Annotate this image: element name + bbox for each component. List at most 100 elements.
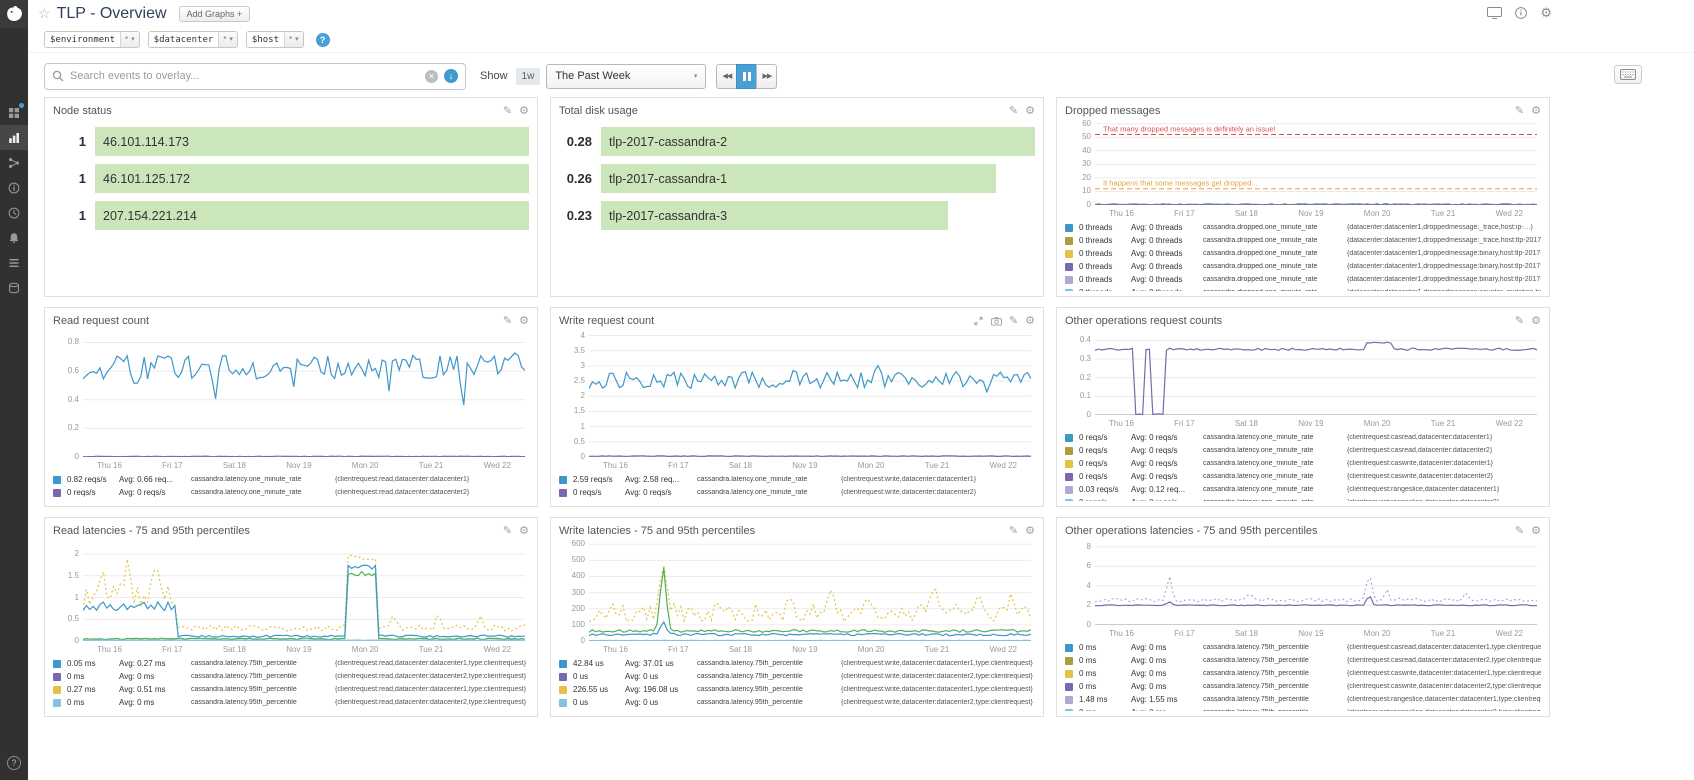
legend-row[interactable]: 226.55 usAvg: 196.08 uscassandra.latency… [559, 683, 1035, 696]
variable-value-dropdown[interactable]: *▾ [219, 32, 237, 47]
sidebar-item-notebooks[interactable] [0, 250, 28, 275]
legend-row[interactable]: 0.27 msAvg: 0.51 mscassandra.latency.95t… [53, 683, 529, 696]
legend-row[interactable]: 0.05 msAvg: 0.27 mscassandra.latency.75t… [53, 657, 529, 670]
legend-row[interactable]: 0 reqs/sAvg: 0 reqs/scassandra.latency.o… [1065, 444, 1541, 457]
settings-gear-icon[interactable]: ⚙ [1540, 6, 1552, 19]
chart-plot[interactable] [1095, 541, 1537, 625]
toplist-row[interactable]: 0.26tlp-2017-cassandra-1 [559, 164, 1035, 193]
add-graphs-button[interactable]: Add Graphs + [179, 6, 251, 22]
legend-row[interactable]: 0 threadsAvg: 0 threadscassandra.dropped… [1065, 234, 1541, 247]
gear-icon[interactable]: ⚙ [519, 526, 529, 537]
edit-icon[interactable]: ✎ [1009, 106, 1018, 117]
info-icon[interactable] [1515, 7, 1527, 19]
clear-search-icon[interactable]: ✕ [425, 70, 438, 83]
legend-row[interactable]: 1.48 msAvg: 1.55 mscassandra.latency.75t… [1065, 693, 1541, 706]
chart-plot[interactable]: That many dropped messages is definitely… [1095, 121, 1537, 205]
chart-plot[interactable] [589, 331, 1031, 457]
legend-row[interactable]: 0 threadsAvg: 0 threadscassandra.dropped… [1065, 273, 1541, 286]
legend-row[interactable]: 0 msAvg: 0 mscassandra.latency.75th_perc… [1065, 641, 1541, 654]
pause-button[interactable] [736, 64, 757, 89]
keyboard-shortcuts-button[interactable] [1614, 65, 1642, 84]
legend-row[interactable]: 0 msAvg: 0 mscassandra.latency.75th_perc… [1065, 680, 1541, 693]
legend-row[interactable]: 0 usAvg: 0 uscassandra.latency.75th_perc… [559, 670, 1035, 683]
variable-value-dropdown[interactable]: *▾ [285, 32, 303, 47]
legend-avg: Avg: 196.08 us [625, 685, 691, 694]
edit-icon[interactable]: ✎ [1009, 316, 1018, 327]
toplist-row[interactable]: 0.23tlp-2017-cassandra-3 [559, 201, 1035, 230]
camera-icon[interactable] [991, 316, 1002, 326]
toplist-row[interactable]: 146.101.114.173 [53, 127, 529, 156]
edit-icon[interactable]: ✎ [503, 106, 512, 117]
template-variable-environment[interactable]: $environment *▾ [44, 31, 140, 48]
gear-icon[interactable]: ⚙ [519, 316, 529, 327]
chart-plot[interactable] [83, 541, 525, 641]
download-events-icon[interactable]: ↓ [444, 69, 458, 83]
sidebar-item-monitors[interactable] [0, 200, 28, 225]
time-range-select[interactable]: The Past Week ▾ [546, 64, 706, 89]
gear-icon[interactable]: ⚙ [1025, 316, 1035, 327]
legend-row[interactable]: 0 reqs/sAvg: 0 reqs/scassandra.latency.o… [1065, 470, 1541, 483]
edit-icon[interactable]: ✎ [1515, 526, 1524, 537]
gear-icon[interactable]: ⚙ [1531, 316, 1541, 327]
toplist-row[interactable]: 0.28tlp-2017-cassandra-2 [559, 127, 1035, 156]
x-axis-label: Nov 19 [792, 645, 817, 654]
edit-icon[interactable]: ✎ [1009, 526, 1018, 537]
legend-row[interactable]: 0.03 reqs/sAvg: 0.12 req...cassandra.lat… [1065, 483, 1541, 496]
legend-row[interactable]: 0 threadsAvg: 0 threadscassandra.dropped… [1065, 221, 1541, 234]
toplist-row[interactable]: 146.101.125.172 [53, 164, 529, 193]
favorite-star-icon[interactable]: ☆ [38, 5, 51, 22]
screenboard-icon[interactable] [1487, 7, 1502, 19]
gear-icon[interactable]: ⚙ [1025, 526, 1035, 537]
template-variable-datacenter[interactable]: $datacenter *▾ [148, 31, 238, 48]
expand-icon[interactable] [973, 316, 984, 326]
variable-value-dropdown[interactable]: *▾ [121, 32, 139, 47]
gear-icon[interactable]: ⚙ [1531, 106, 1541, 117]
chart-plot[interactable] [589, 541, 1031, 641]
legend-row[interactable]: 2.59 reqs/sAvg: 2.58 req...cassandra.lat… [559, 473, 1035, 486]
sidebar-item-metrics[interactable] [0, 125, 28, 150]
legend-row[interactable]: 0 msAvg: 0 mscassandra.latency.75th_perc… [1065, 706, 1541, 711]
forward-button[interactable]: ▶▶ [756, 64, 777, 89]
y-axis-label: 20 [1065, 174, 1091, 182]
gear-icon[interactable]: ⚙ [1025, 106, 1035, 117]
sidebar-help-icon[interactable]: ? [7, 756, 21, 770]
edit-icon[interactable]: ✎ [503, 526, 512, 537]
chart-plot[interactable] [1095, 331, 1537, 415]
event-search-input[interactable] [70, 70, 419, 82]
sidebar-item-alerts[interactable] [0, 225, 28, 250]
gear-icon[interactable]: ⚙ [519, 106, 529, 117]
toplist-row[interactable]: 1207.154.221.214 [53, 201, 529, 230]
legend-row[interactable]: 0 reqs/sAvg: 0 reqs/scassandra.latency.o… [1065, 431, 1541, 444]
edit-icon[interactable]: ✎ [503, 316, 512, 327]
legend-row[interactable]: 0 usAvg: 0 uscassandra.latency.95th_perc… [559, 696, 1035, 709]
toplist-label: tlp-2017-cassandra-2 [609, 135, 727, 149]
legend-row[interactable]: 0 threadsAvg: 0 threadscassandra.dropped… [1065, 286, 1541, 291]
legend-row[interactable]: 0 reqs/sAvg: 0 reqs/scassandra.latency.o… [53, 486, 529, 499]
legend-row[interactable]: 0 reqs/sAvg: 0 reqs/scassandra.latency.o… [559, 486, 1035, 499]
edit-icon[interactable]: ✎ [1515, 106, 1524, 117]
legend-swatch [1065, 434, 1073, 442]
legend-row[interactable]: 0 msAvg: 0 mscassandra.latency.75th_perc… [1065, 654, 1541, 667]
edit-icon[interactable]: ✎ [1515, 316, 1524, 327]
legend-row[interactable]: 0.82 reqs/sAvg: 0.66 req...cassandra.lat… [53, 473, 529, 486]
gear-icon[interactable]: ⚙ [1531, 526, 1541, 537]
legend-row[interactable]: 0 msAvg: 0 mscassandra.latency.75th_perc… [53, 670, 529, 683]
legend-row[interactable]: 0 msAvg: 0 mscassandra.latency.75th_perc… [1065, 667, 1541, 680]
variables-help-icon[interactable]: ? [316, 33, 330, 47]
legend-row[interactable]: 0 threadsAvg: 0 threadscassandra.dropped… [1065, 260, 1541, 273]
sidebar-item-events[interactable] [0, 175, 28, 200]
legend-row[interactable]: 0 reqs/sAvg: 0 reqs/scassandra.latency.o… [1065, 457, 1541, 470]
sidebar-item-dashboards[interactable] [0, 100, 28, 125]
rewind-button[interactable]: ◀◀ [716, 64, 737, 89]
datadog-logo[interactable] [0, 0, 28, 28]
template-variable-host[interactable]: $host *▾ [246, 31, 304, 48]
chart-plot[interactable] [83, 331, 525, 457]
legend-row[interactable]: 42.84 usAvg: 37.01 uscassandra.latency.7… [559, 657, 1035, 670]
monitors-icon [8, 207, 20, 219]
legend-row[interactable]: 0 reqs/sAvg: 0 reqs/scassandra.latency.o… [1065, 496, 1541, 501]
legend-row[interactable]: 0 msAvg: 0 mscassandra.latency.95th_perc… [53, 696, 529, 709]
sidebar-item-integrations[interactable] [0, 275, 28, 300]
x-axis-label: Sat 18 [223, 645, 246, 654]
legend-row[interactable]: 0 threadsAvg: 0 threadscassandra.dropped… [1065, 247, 1541, 260]
sidebar-item-infrastructure[interactable] [0, 150, 28, 175]
